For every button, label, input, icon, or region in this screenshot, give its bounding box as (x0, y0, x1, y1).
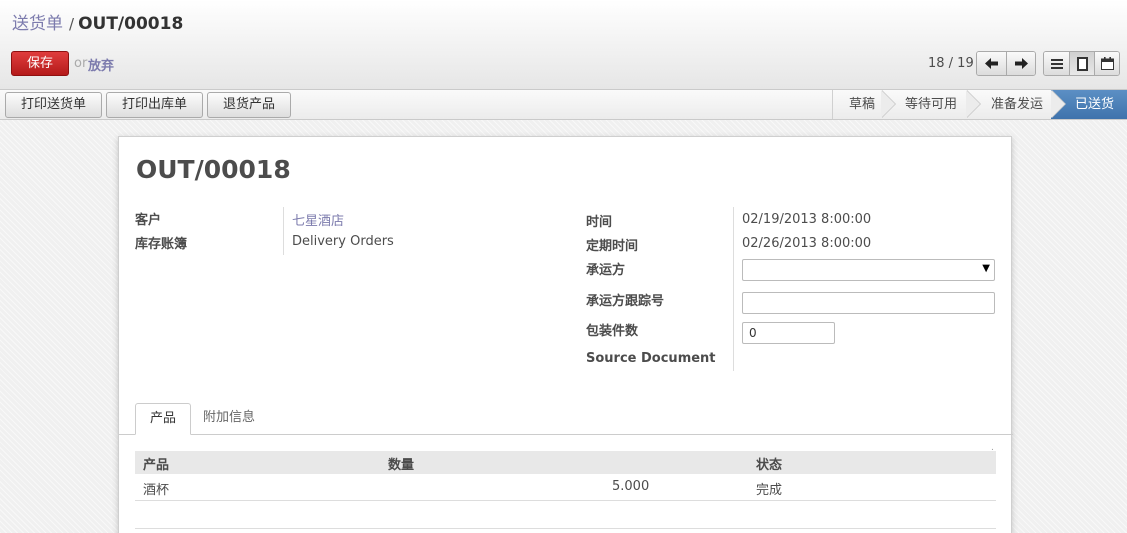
carrier-tracking-label: 承运方跟踪号 (586, 294, 665, 309)
table-row[interactable]: 酒杯 5.000 完成 (135, 474, 996, 501)
date-value: 02/19/2013 8:00:00 (742, 212, 872, 227)
tab-products[interactable]: 产品 (135, 403, 192, 435)
table-footer-line (135, 528, 996, 529)
list-view-button[interactable] (1044, 52, 1069, 75)
stage-pipeline: 草稿 等待可用 准备发运 已送货 (832, 90, 1127, 119)
cell-status: 完成 (756, 483, 783, 498)
save-button[interactable]: 保存 (11, 51, 69, 76)
breadcrumb-parent-link[interactable]: 送货单 (12, 14, 63, 34)
control-panel: 送货单 / OUT/00018 保存 or 放弃 18 / 19 (0, 0, 1127, 90)
pager-value: 18 / 19 (928, 56, 974, 71)
arrow-left-icon (985, 58, 998, 69)
form-sheet: OUT/00018 客户 库存账簿 七星酒店 Delivery Orders 时… (118, 136, 1013, 533)
pager-previous-button[interactable] (977, 52, 1006, 75)
carrier-tracking-input[interactable] (742, 292, 995, 314)
form-view-button[interactable] (1069, 52, 1094, 75)
field-separator (283, 207, 284, 255)
stage-done-label: 已送货 (1075, 97, 1115, 112)
tab-divider (119, 434, 1013, 435)
column-header-quantity[interactable]: 数量 (388, 454, 414, 473)
package-count-label: 包装件数 (586, 324, 639, 339)
customer-label: 客户 (135, 213, 162, 228)
stage-arrow (966, 90, 980, 118)
scheduled-date-value: 02/26/2013 8:00:00 (742, 236, 872, 251)
stage-ready-label: 准备发运 (991, 97, 1044, 112)
date-label: 时间 (586, 215, 613, 230)
field-separator (733, 207, 734, 371)
stock-journal-value: Delivery Orders (292, 234, 394, 249)
pager-next-button[interactable] (1006, 52, 1035, 75)
source-document-label: Source Document (586, 351, 716, 366)
arrow-right-icon (1014, 58, 1028, 69)
print-picking-button[interactable]: 打印出库单 (106, 92, 203, 118)
carrier-label: 承运方 (586, 263, 626, 278)
carrier-select[interactable]: ▼ (742, 259, 995, 281)
package-count-input[interactable] (742, 322, 835, 344)
calendar-view-button[interactable] (1094, 52, 1119, 75)
document-title: OUT/00018 (136, 155, 291, 184)
form-statusbar: 打印送货单 打印出库单 退货产品 草稿 等待可用 准备发运 已送货 (0, 90, 1127, 120)
list-view-icon (1050, 58, 1063, 69)
calendar-view-icon (1100, 57, 1114, 70)
stock-journal-label: 库存账簿 (135, 237, 188, 252)
stage-draft-label: 草稿 (849, 97, 876, 112)
return-products-button[interactable]: 退货产品 (207, 92, 291, 118)
breadcrumb: 送货单 / OUT/00018 (12, 9, 183, 34)
table-header: 产品 数量 状态 (135, 451, 996, 474)
stage-waiting-label: 等待可用 (905, 97, 958, 112)
cell-product: 酒杯 (143, 483, 170, 498)
view-switcher (1043, 51, 1120, 76)
form-view-icon (1076, 56, 1088, 71)
column-header-status[interactable]: 状态 (756, 454, 782, 473)
tab-additional-info[interactable]: 附加信息 (189, 403, 269, 435)
scheduled-date-label: 定期时间 (586, 239, 639, 254)
stage-arrow (881, 90, 895, 118)
print-delivery-button[interactable]: 打印送货单 (5, 92, 102, 118)
customer-link[interactable]: 七星酒店 (292, 210, 344, 229)
dropdown-caret-icon: ▼ (982, 263, 990, 274)
stage-draft: 草稿 (832, 90, 896, 119)
or-text: or (74, 56, 88, 71)
breadcrumb-separator: / (69, 15, 75, 33)
discard-button[interactable]: 放弃 (88, 55, 114, 74)
cell-quantity: 5.000 (612, 479, 650, 494)
stage-arrow (1051, 90, 1065, 118)
column-header-product[interactable]: 产品 (143, 454, 169, 473)
pager-buttons (976, 51, 1036, 76)
breadcrumb-current: OUT/00018 (78, 14, 184, 34)
